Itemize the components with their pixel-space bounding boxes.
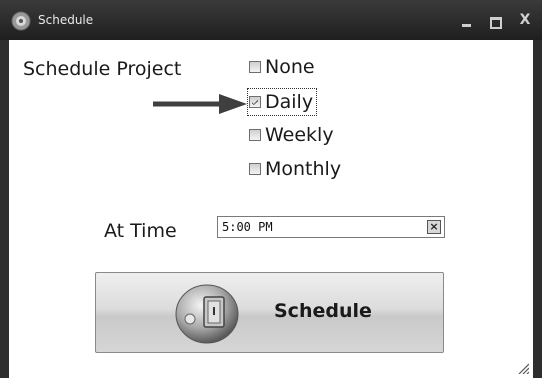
monthly-checkbox[interactable]	[249, 163, 261, 175]
none-checkbox[interactable]	[249, 61, 261, 73]
window-title: Schedule	[38, 13, 94, 27]
pointer-arrow-icon	[153, 94, 247, 114]
schedule-button[interactable]: Schedule	[95, 272, 444, 353]
title-bar[interactable]: Schedule X	[0, 0, 542, 40]
minimize-button[interactable]	[456, 8, 478, 32]
resize-grip-icon[interactable]	[517, 362, 529, 374]
minimize-icon	[462, 24, 471, 27]
window-frame-right	[533, 40, 542, 378]
option-none-label: None	[265, 56, 315, 78]
option-none[interactable]: None	[249, 54, 315, 80]
window-client-area: Schedule Project None Daily Weekly Month…	[9, 40, 533, 378]
weekly-checkbox[interactable]	[249, 129, 261, 141]
maximize-button[interactable]	[484, 8, 506, 32]
schedule-disc-icon	[175, 284, 239, 344]
option-daily[interactable]: Daily	[247, 88, 318, 116]
app-disc-icon	[11, 11, 31, 31]
maximize-icon	[490, 17, 502, 29]
option-monthly-label: Monthly	[265, 158, 342, 180]
option-weekly-label: Weekly	[265, 124, 334, 146]
time-input[interactable]: 5:00 PM ×	[217, 216, 445, 238]
at-time-label: At Time	[104, 220, 177, 242]
daily-checkbox[interactable]	[249, 96, 261, 108]
schedule-project-label: Schedule Project	[23, 58, 182, 80]
schedule-button-label: Schedule	[274, 300, 372, 322]
schedule-window: Schedule X Schedule Project None Daily W…	[0, 0, 542, 378]
window-frame-left	[0, 40, 9, 378]
option-monthly[interactable]: Monthly	[249, 156, 341, 182]
close-button[interactable]: X	[514, 8, 536, 32]
option-weekly[interactable]: Weekly	[249, 122, 334, 148]
option-daily-label: Daily	[265, 91, 314, 113]
time-value: 5:00 PM	[222, 220, 273, 234]
clear-time-button[interactable]: ×	[427, 220, 441, 234]
